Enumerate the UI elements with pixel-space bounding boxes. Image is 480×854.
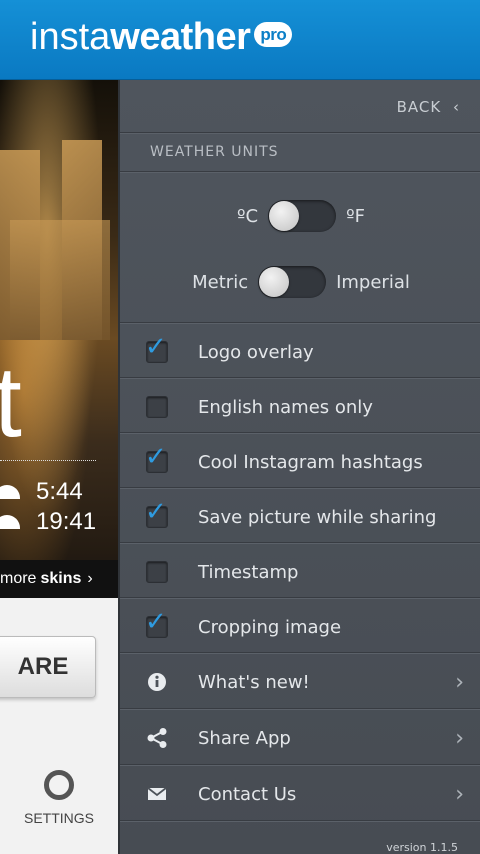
checkbox-row-cropping[interactable]: ✓ Cropping image [120,600,480,654]
divider [120,132,480,134]
metric-label: Metric [192,271,249,293]
checkbox-row-english-names[interactable]: English names only [120,380,480,434]
sunrise-row: 5:44 [0,478,100,506]
link-label: What's new! [198,671,310,693]
logo-text-insta: insta [30,16,111,58]
chevron-right-icon: › [455,725,464,751]
checkbox-row-save-picture[interactable]: ✓ Save picture while sharing [120,490,480,544]
app-header: insta weather pro [0,0,480,80]
sunset-row: 19:41 [0,508,100,536]
checkbox-label: Timestamp [198,561,299,583]
settings-button[interactable]: SETTINGS [0,770,118,826]
settings-label: SETTINGS [23,810,94,826]
gear-icon [44,770,74,800]
settings-panel: BACK ‹ WEATHER UNITS ºC ºF Metric Imperi… [118,80,480,854]
measurement-unit-switch[interactable] [258,266,327,298]
divider [120,764,480,766]
divider [120,171,480,173]
checkmark-icon: ✓ [145,442,167,472]
divider [120,487,480,489]
divider [120,708,480,710]
checkbox-label: Cropping image [198,616,342,638]
chevron-left-icon: ‹ [453,98,460,116]
checkbox-label: English names only [198,396,373,418]
chevron-right-icon: › [455,669,464,695]
imperial-label: Imperial [336,271,410,293]
share-icon [146,727,168,749]
checkbox[interactable]: ✓ [145,442,168,473]
sunset-icon [0,515,20,529]
chevron-right-icon: › [87,570,93,587]
checkbox-row-hashtags[interactable]: ✓ Cool Instagram hashtags [120,435,480,489]
fahrenheit-label: ºF [346,205,365,227]
sunset-time: 19:41 [36,508,97,535]
sunrise-time: 5:44 [36,478,83,505]
divider [120,820,480,822]
section-title-weather-units: WEATHER UNITS [150,144,279,160]
temperature-unit-switch[interactable] [268,200,337,232]
checkbox-row-logo-overlay[interactable]: ✓ Logo overlay [120,325,480,379]
checkmark-icon: ✓ [145,332,167,362]
envelope-icon [146,783,168,805]
celsius-label: ºC [237,205,259,227]
divider [120,652,480,654]
checkmark-icon: ✓ [145,497,167,527]
measurement-unit-toggle-row: Metric Imperial [120,266,480,298]
logo-pro-badge: pro [254,21,293,47]
sunrise-icon [0,485,20,499]
divider [0,460,96,461]
contact-us-link[interactable]: Contact Us › [120,767,480,821]
divider [120,432,480,434]
temperature-unit-toggle-row: ºC ºF [120,200,480,232]
checkbox-label: Save picture while sharing [198,506,437,528]
link-label: Share App [198,727,291,749]
link-label: Contact Us [198,783,297,805]
temperature-value: t [0,346,22,458]
switch-knob [269,201,300,231]
divider [120,542,480,544]
checkbox[interactable] [146,396,168,418]
checkbox[interactable]: ✓ [145,607,168,638]
info-icon [146,671,168,693]
version-label: version 1.1.5 [386,841,458,854]
back-button[interactable]: BACK ‹ [397,98,460,116]
divider [120,377,480,379]
more-skins-link[interactable]: more skins › [0,560,118,598]
logo-text-weather: weather [110,16,251,58]
skins-label: skins [40,570,82,587]
checkbox[interactable]: ✓ [145,332,168,363]
divider [120,597,480,599]
back-label: BACK [396,98,442,116]
share-app-link[interactable]: Share App › [120,711,480,765]
share-button[interactable]: ARE [0,636,96,698]
whats-new-link[interactable]: What's new! › [120,655,480,709]
checkbox-label: Logo overlay [198,341,314,363]
chevron-right-icon: › [455,781,464,807]
main-screen-preview: t 5:44 19:41 more skins › ARE SETTINGS [0,80,118,854]
skins-prefix: more [0,570,37,587]
checkbox[interactable]: ✓ [145,497,168,528]
checkbox-row-timestamp[interactable]: Timestamp [120,545,480,599]
divider [120,322,480,324]
checkmark-icon: ✓ [145,607,167,637]
checkbox[interactable] [146,561,168,583]
app-logo: insta weather pro [30,16,293,58]
weather-photo: t 5:44 19:41 more skins › [0,80,118,598]
checkbox-label: Cool Instagram hashtags [198,451,423,473]
switch-knob [259,267,290,297]
